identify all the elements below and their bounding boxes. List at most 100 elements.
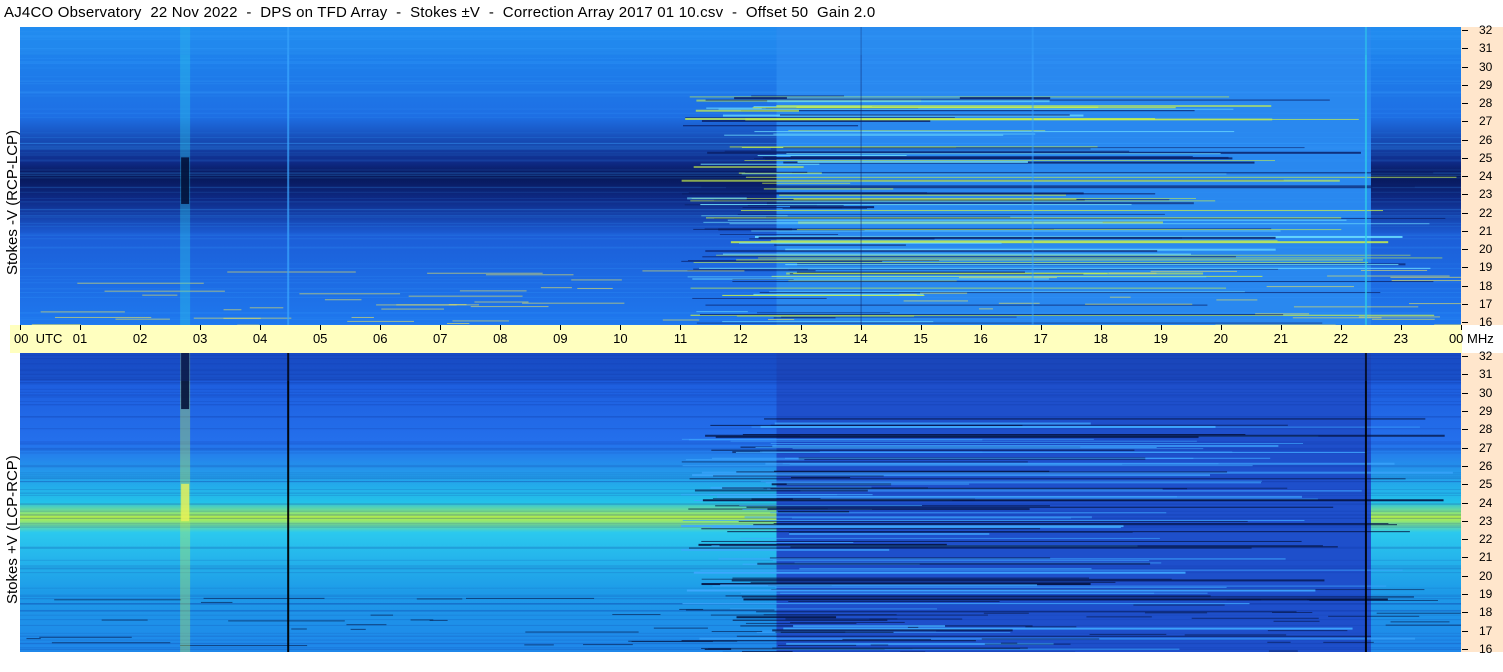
rfi-line <box>780 237 1182 239</box>
time-tick-label: 18 <box>1093 331 1108 346</box>
time-tick-label: 03 <box>192 331 208 346</box>
rfi-line <box>1293 306 1419 308</box>
rfi-line <box>1085 303 1193 305</box>
rfi-line <box>1226 599 1262 601</box>
rfi-line <box>681 548 890 551</box>
rfi-line <box>577 287 613 289</box>
rfi-line <box>757 562 1151 565</box>
rfi-line <box>755 446 1157 448</box>
rfi-line <box>773 317 836 319</box>
freq-tick-mark <box>1462 30 1468 31</box>
freq-tick-label: 30 <box>1479 385 1493 400</box>
freq-tick-label: 29 <box>1479 403 1493 418</box>
chart-title: AJ4CO Observatory 22 Nov 2022 - DPS on T… <box>4 4 876 21</box>
time-tick-label: 14 <box>853 331 868 346</box>
freq-tick-mark <box>1462 121 1468 123</box>
rfi-line <box>760 425 1216 428</box>
freq-tick-mark <box>1462 322 1468 323</box>
rfi-line <box>693 166 804 169</box>
spectrogram-stripe <box>20 642 1461 644</box>
rfi-line <box>869 618 963 620</box>
time-tick-label: 16 <box>973 331 988 346</box>
rfi-line <box>739 242 1002 244</box>
rfi-line <box>711 449 1135 451</box>
rfi-line <box>705 304 1208 306</box>
rfi-line <box>347 320 414 322</box>
rfi-line <box>722 253 1191 255</box>
freq-tick-label: 26 <box>1479 132 1493 147</box>
rfi-line <box>662 319 700 321</box>
rfi-line <box>730 608 938 610</box>
rfi-line <box>741 173 1227 175</box>
rfi-line <box>346 624 387 626</box>
black-vertical-line <box>287 353 290 652</box>
rfi-line <box>762 182 851 184</box>
rfi-line <box>702 499 1444 502</box>
freq-tick-mark <box>1462 66 1468 68</box>
rfi-line <box>741 110 1195 112</box>
freq-tick-mark <box>1462 157 1468 159</box>
light-vertical-line <box>1031 27 1034 325</box>
rfi-line <box>701 540 1302 542</box>
freq-tick-label: 20 <box>1479 568 1493 583</box>
rfi-line <box>227 271 356 273</box>
rfi-line <box>756 611 1297 613</box>
spectrogram-stripe <box>20 566 1461 568</box>
freq-tick-mark <box>1462 48 1468 50</box>
rfi-line <box>739 505 923 507</box>
rfi-line <box>1390 276 1461 278</box>
rfi-line <box>763 188 894 190</box>
rfi-line <box>696 311 748 313</box>
spectrogram-stripe <box>20 76 1461 78</box>
freq-tick-mark <box>1462 630 1468 632</box>
spectrogram-stripe <box>20 246 1461 248</box>
rfi-line <box>754 131 1235 133</box>
rfi-line <box>1391 280 1461 282</box>
rfi-line <box>790 546 1338 548</box>
rfi-line <box>699 267 1431 269</box>
time-tick-mark <box>1220 325 1222 330</box>
time-tick-label: 10 <box>613 331 628 346</box>
rfi-line <box>203 597 325 599</box>
rfi-line <box>631 641 713 643</box>
rfi-line <box>719 545 1323 547</box>
time-tick-mark <box>680 325 682 330</box>
rfi-line <box>751 230 1281 232</box>
rfi-line <box>1409 303 1461 305</box>
time-tick-label: 08 <box>493 331 508 346</box>
rfi-line <box>703 221 1103 223</box>
freq-tick-mark <box>1462 194 1468 196</box>
rfi-line <box>39 636 132 638</box>
rfi-line <box>1267 641 1291 643</box>
rfi-line <box>777 644 857 646</box>
freq-tick-mark <box>1462 612 1468 614</box>
rfi-line <box>1109 296 1131 298</box>
rfi-line <box>1266 286 1355 288</box>
rfi-line <box>681 525 1124 528</box>
freq-tick-label: 17 <box>1479 623 1493 638</box>
freq-tick-label: 22 <box>1479 532 1493 547</box>
spectrogram-stripe <box>20 174 1461 176</box>
rfi-line <box>775 631 846 633</box>
spectrogram-top-band <box>20 353 1461 382</box>
rfi-line <box>756 312 890 314</box>
freq-tick-label: 31 <box>1479 41 1493 56</box>
rfi-line <box>799 568 1092 570</box>
rfi-line <box>719 234 839 236</box>
rfi-line <box>200 601 233 603</box>
freq-tick-mark <box>1462 484 1468 486</box>
rfi-line <box>842 638 932 640</box>
rfi-line <box>718 228 793 231</box>
rfi-line <box>693 571 1186 574</box>
rfi-line <box>688 547 1252 549</box>
rfi-line <box>743 598 1388 601</box>
freq-tick-label: 27 <box>1479 114 1493 129</box>
top-panel-label: Stokes -V (RCP-LCP) <box>4 129 21 275</box>
rfi-line <box>766 202 1194 205</box>
rfi-line <box>381 308 444 310</box>
spectrogram-stripe <box>20 396 1461 398</box>
rfi-line <box>715 436 1199 439</box>
time-tick-mark <box>1400 325 1402 330</box>
spectrogram-stripe <box>20 312 1461 314</box>
rfi-line <box>710 424 1023 426</box>
